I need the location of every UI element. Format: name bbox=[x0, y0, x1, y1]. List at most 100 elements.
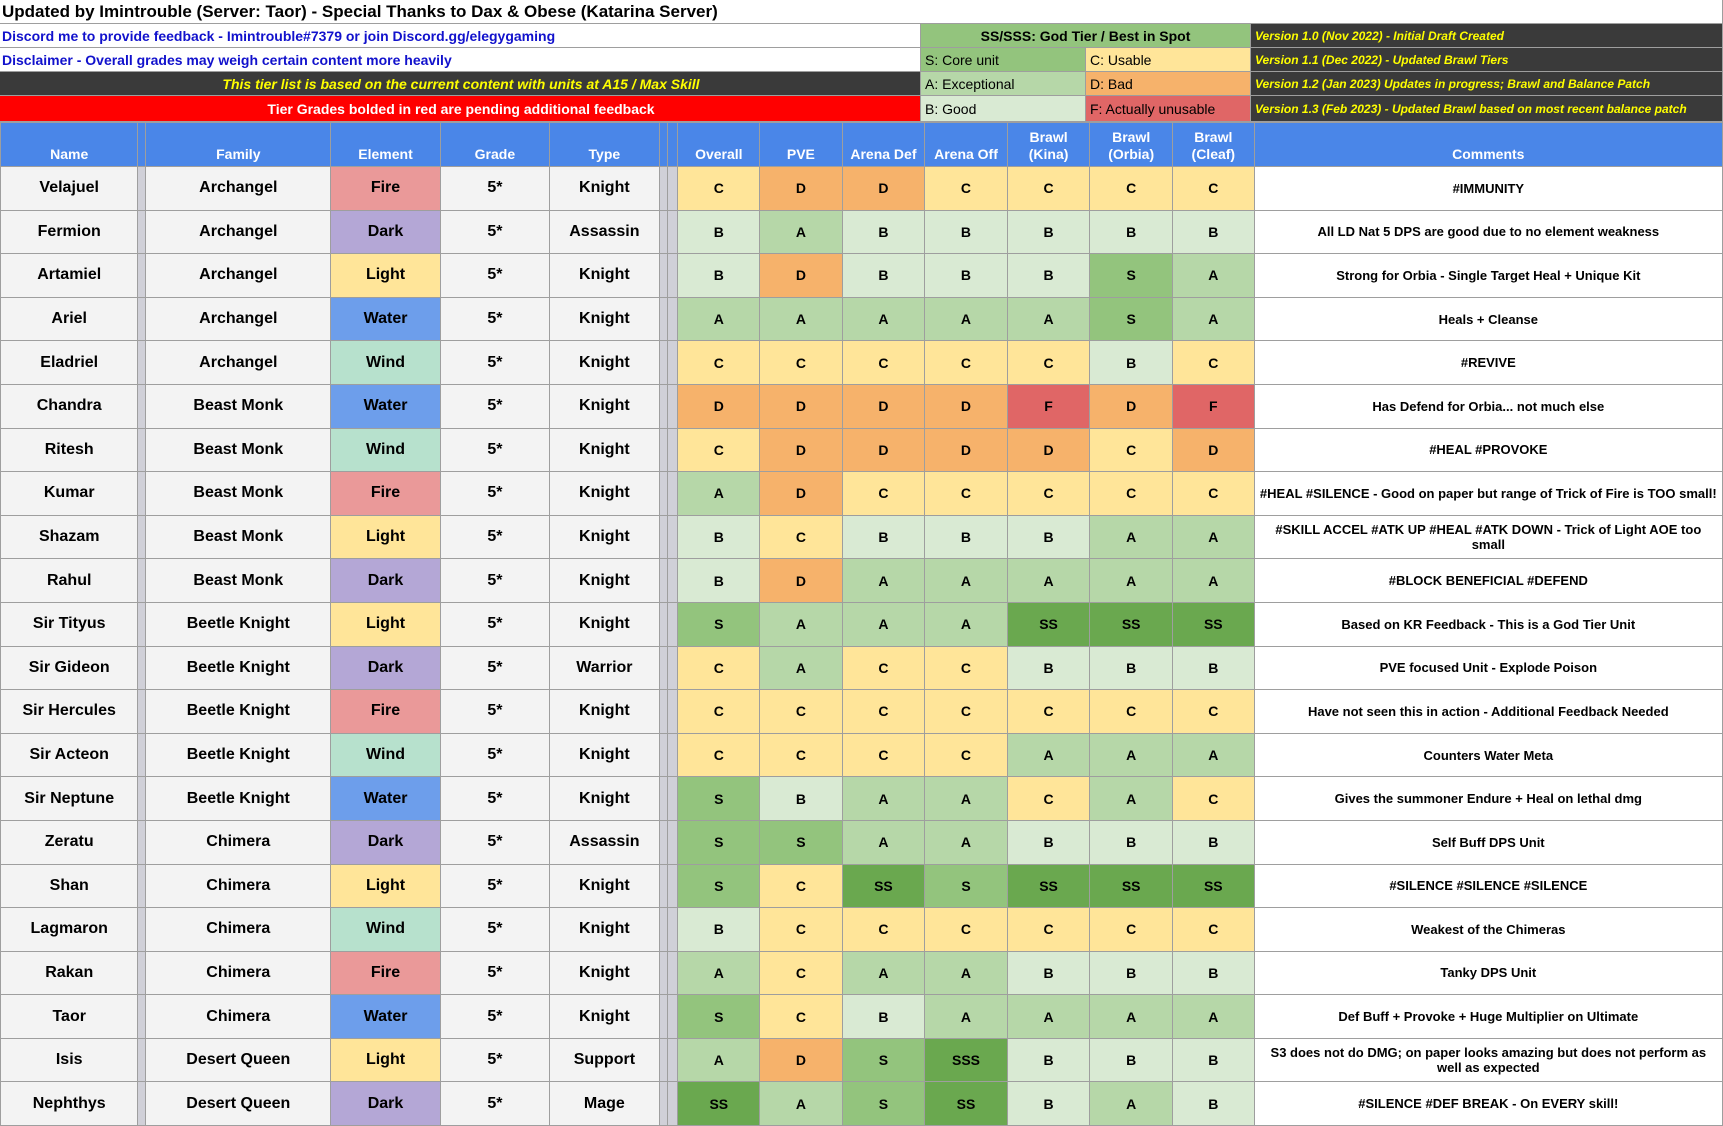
cell-type[interactable]: Knight bbox=[549, 166, 660, 211]
col-arena-def[interactable]: Arena Def bbox=[841, 122, 926, 167]
cell-name[interactable]: Sir Acteon bbox=[0, 732, 139, 778]
cell-overall[interactable]: D bbox=[677, 383, 761, 429]
cell-brawl-kina[interactable]: B bbox=[1006, 253, 1091, 298]
cell-comment[interactable]: Counters Water Meta bbox=[1253, 732, 1723, 778]
cell-overall[interactable]: S bbox=[677, 819, 761, 865]
cell-brawl-kina[interactable]: SS bbox=[1006, 863, 1091, 909]
discord-note[interactable]: Discord me to provide feedback - Imintro… bbox=[0, 24, 921, 48]
cell-pve[interactable]: D bbox=[759, 1037, 843, 1083]
cell-type[interactable]: Knight bbox=[549, 601, 660, 647]
cell-name[interactable]: Fermion bbox=[0, 209, 139, 255]
cell-family[interactable]: Chimera bbox=[145, 994, 332, 1039]
cell-arena-off[interactable]: A bbox=[924, 994, 1008, 1039]
cell-arena-off[interactable]: A bbox=[924, 776, 1008, 821]
cell-brawl-kina[interactable]: SS bbox=[1006, 601, 1091, 647]
cell-brawl-kina[interactable]: B bbox=[1006, 1081, 1091, 1126]
cell-grade[interactable]: 5* bbox=[439, 383, 551, 429]
cell-brawl-cleaf[interactable]: F bbox=[1172, 383, 1255, 429]
cell-element[interactable]: Dark bbox=[330, 645, 441, 691]
cell-arena-def[interactable]: A bbox=[841, 950, 926, 996]
legend-ss[interactable]: SS/SSS: God Tier / Best in Spot bbox=[921, 24, 1251, 48]
cell-brawl-cleaf[interactable]: D bbox=[1172, 427, 1255, 473]
cell-family[interactable]: Chimera bbox=[145, 907, 332, 952]
cell-comment[interactable]: #SILENCE #DEF BREAK - On EVERY skill! bbox=[1253, 1081, 1723, 1126]
cell-comment[interactable]: Self Buff DPS Unit bbox=[1253, 819, 1723, 865]
cell-pve[interactable]: A bbox=[759, 1081, 843, 1126]
cell-brawl-kina[interactable]: C bbox=[1006, 340, 1091, 385]
cell-arena-def[interactable]: B bbox=[841, 253, 926, 298]
cell-type[interactable]: Knight bbox=[549, 296, 660, 342]
cell-comment[interactable]: #HEAL #PROVOKE bbox=[1253, 427, 1723, 473]
col-name[interactable]: Name bbox=[0, 122, 139, 167]
version-3[interactable]: Version 1.2 (Jan 2023) Updates in progre… bbox=[1251, 72, 1723, 96]
cell-family[interactable]: Chimera bbox=[145, 950, 332, 996]
cell-arena-def[interactable]: A bbox=[841, 296, 926, 342]
cell-comment[interactable]: #BLOCK BENEFICIAL #DEFEND bbox=[1253, 558, 1723, 603]
cell-brawl-kina[interactable]: B bbox=[1006, 209, 1091, 255]
cell-comment[interactable]: S3 does not do DMG; on paper looks amazi… bbox=[1253, 1037, 1723, 1083]
cell-pve[interactable]: C bbox=[759, 340, 843, 385]
cell-overall[interactable]: A bbox=[677, 296, 761, 342]
cell-arena-off[interactable]: C bbox=[924, 471, 1008, 516]
cell-brawl-cleaf[interactable]: A bbox=[1172, 994, 1255, 1039]
cell-grade[interactable]: 5* bbox=[439, 601, 551, 647]
cell-pve[interactable]: C bbox=[759, 689, 843, 734]
cell-comment[interactable]: All LD Nat 5 DPS are good due to no elem… bbox=[1253, 209, 1723, 255]
cell-arena-off[interactable]: B bbox=[924, 209, 1008, 255]
cell-type[interactable]: Knight bbox=[549, 427, 660, 473]
cell-pve[interactable]: C bbox=[759, 863, 843, 909]
cell-overall[interactable]: C bbox=[677, 340, 761, 385]
cell-comment[interactable]: Weakest of the Chimeras bbox=[1253, 907, 1723, 952]
cell-name[interactable]: Ariel bbox=[0, 296, 139, 342]
cell-family[interactable]: Beetle Knight bbox=[145, 689, 332, 734]
cell-brawl-orbia[interactable]: S bbox=[1089, 253, 1173, 298]
cell-type[interactable]: Knight bbox=[549, 950, 660, 996]
cell-brawl-kina[interactable]: C bbox=[1006, 166, 1091, 211]
cell-pve[interactable]: D bbox=[759, 558, 843, 603]
cell-arena-off[interactable]: C bbox=[924, 340, 1008, 385]
cell-brawl-kina[interactable]: D bbox=[1006, 427, 1091, 473]
cell-brawl-cleaf[interactable]: B bbox=[1172, 1037, 1255, 1083]
cell-element[interactable]: Light bbox=[330, 1037, 441, 1083]
cell-overall[interactable]: C bbox=[677, 689, 761, 734]
cell-arena-def[interactable]: C bbox=[841, 732, 926, 778]
cell-pve[interactable]: S bbox=[759, 819, 843, 865]
legend-b[interactable]: B: Good bbox=[921, 96, 1086, 122]
cell-family[interactable]: Beetle Knight bbox=[145, 645, 332, 691]
cell-overall[interactable]: B bbox=[677, 514, 761, 560]
cell-overall[interactable]: S bbox=[677, 776, 761, 821]
cell-brawl-kina[interactable]: A bbox=[1006, 558, 1091, 603]
legend-a[interactable]: A: Exceptional bbox=[921, 72, 1086, 96]
cell-arena-def[interactable]: A bbox=[841, 776, 926, 821]
cell-brawl-cleaf[interactable]: C bbox=[1172, 907, 1255, 952]
cell-element[interactable]: Fire bbox=[330, 471, 441, 516]
cell-type[interactable]: Knight bbox=[549, 253, 660, 298]
cell-brawl-cleaf[interactable]: SS bbox=[1172, 863, 1255, 909]
cell-type[interactable]: Knight bbox=[549, 994, 660, 1039]
cell-overall[interactable]: S bbox=[677, 863, 761, 909]
content-banner[interactable]: This tier list is based on the current c… bbox=[0, 72, 921, 96]
cell-family[interactable]: Beetle Knight bbox=[145, 776, 332, 821]
cell-type[interactable]: Warrior bbox=[549, 645, 660, 691]
cell-arena-off[interactable]: SS bbox=[924, 1081, 1008, 1126]
cell-element[interactable]: Wind bbox=[330, 732, 441, 778]
cell-grade[interactable]: 5* bbox=[439, 907, 551, 952]
cell-grade[interactable]: 5* bbox=[439, 819, 551, 865]
cell-arena-def[interactable]: B bbox=[841, 514, 926, 560]
cell-pve[interactable]: A bbox=[759, 209, 843, 255]
cell-name[interactable]: Shan bbox=[0, 863, 139, 909]
cell-brawl-orbia[interactable]: C bbox=[1089, 166, 1173, 211]
cell-family[interactable]: Beetle Knight bbox=[145, 732, 332, 778]
cell-family[interactable]: Archangel bbox=[145, 296, 332, 342]
cell-brawl-orbia[interactable]: B bbox=[1089, 340, 1173, 385]
col-brawl-cleaf[interactable]: Brawl (Cleaf) bbox=[1172, 122, 1255, 167]
cell-brawl-cleaf[interactable]: C bbox=[1172, 776, 1255, 821]
cell-element[interactable]: Water bbox=[330, 994, 441, 1039]
cell-type[interactable]: Knight bbox=[549, 732, 660, 778]
cell-brawl-orbia[interactable]: A bbox=[1089, 732, 1173, 778]
cell-arena-off[interactable]: C bbox=[924, 645, 1008, 691]
cell-brawl-kina[interactable]: B bbox=[1006, 514, 1091, 560]
cell-overall[interactable]: A bbox=[677, 1037, 761, 1083]
cell-name[interactable]: Sir Hercules bbox=[0, 689, 139, 734]
cell-pve[interactable]: C bbox=[759, 732, 843, 778]
